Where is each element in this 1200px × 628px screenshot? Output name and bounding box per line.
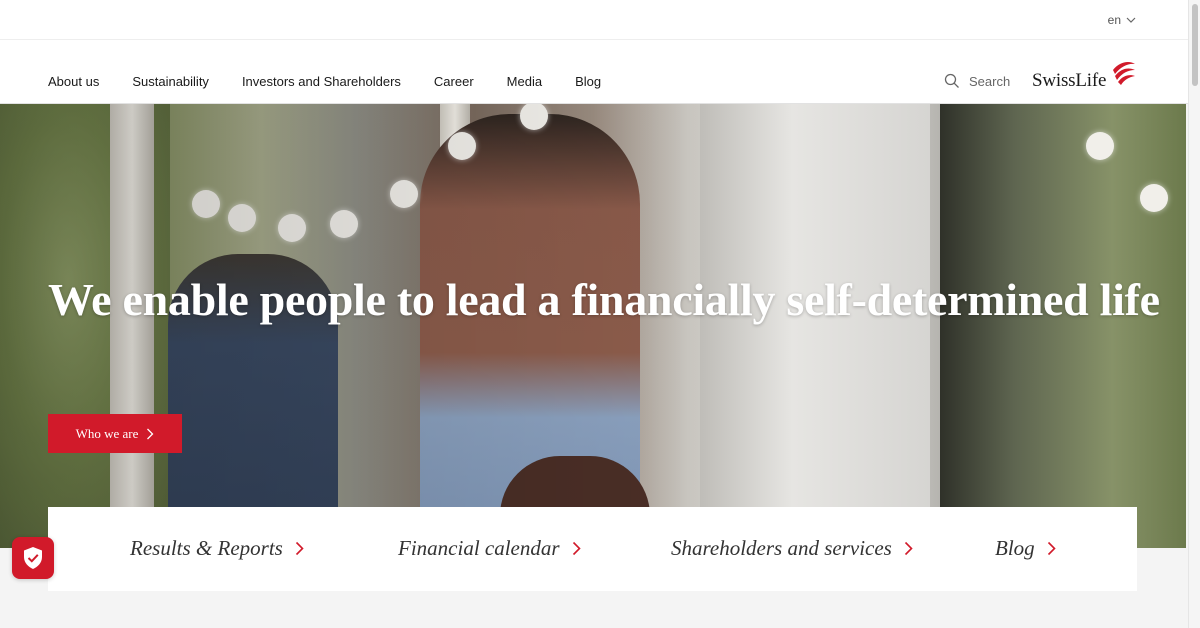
- hero-banner: [0, 104, 1186, 548]
- quick-links-panel: Results & Reports Financial calendar Sha…: [48, 507, 1137, 591]
- search-icon: [944, 73, 959, 88]
- nav-item-career[interactable]: Career: [434, 74, 474, 89]
- main-navigation-bar: About us Sustainability Investors and Sh…: [0, 40, 1188, 104]
- nav-item-media[interactable]: Media: [507, 74, 542, 89]
- language-selector[interactable]: en: [1108, 13, 1136, 27]
- cta-label: Who we are: [75, 425, 139, 441]
- quick-link-results-reports[interactable]: Results & Reports: [130, 536, 304, 561]
- quick-link-label: Financial calendar: [398, 536, 560, 560]
- quick-link-label: Blog: [995, 536, 1035, 560]
- who-we-are-button[interactable]: Who we are: [48, 414, 182, 453]
- chevron-down-icon: [1126, 17, 1136, 23]
- hero-image-overlay: [0, 104, 1186, 548]
- shield-check-icon: [24, 547, 42, 569]
- chevron-right-icon: [147, 428, 154, 439]
- main-nav: About us Sustainability Investors and Sh…: [48, 74, 634, 89]
- quick-link-shareholders-services[interactable]: Shareholders and services: [671, 536, 913, 561]
- search-button[interactable]: Search: [944, 73, 1010, 89]
- chevron-right-icon: [1047, 541, 1056, 556]
- nav-item-sustainability[interactable]: Sustainability: [132, 74, 209, 89]
- quick-link-label: Shareholders and services: [671, 536, 892, 560]
- chevron-right-icon: [295, 541, 304, 556]
- logo-text: SwissLife: [1032, 70, 1107, 91]
- search-label: Search: [969, 73, 1011, 89]
- hero-headline: We enable people to lead a financially s…: [48, 274, 1160, 325]
- quick-link-financial-calendar[interactable]: Financial calendar: [398, 536, 581, 561]
- quick-link-label: Results & Reports: [130, 536, 283, 560]
- language-label: en: [1107, 13, 1121, 27]
- swisslife-logo-icon: [1113, 62, 1136, 85]
- privacy-settings-button[interactable]: [12, 537, 54, 579]
- chevron-right-icon: [904, 541, 913, 556]
- logo[interactable]: SwissLife: [1032, 60, 1137, 92]
- top-bar: en: [0, 0, 1188, 40]
- nav-item-about-us[interactable]: About us: [48, 74, 99, 89]
- quick-link-blog[interactable]: Blog: [995, 536, 1056, 561]
- page-scrollbar[interactable]: [1188, 0, 1200, 628]
- nav-item-investors[interactable]: Investors and Shareholders: [242, 74, 401, 89]
- scrollbar-thumb[interactable]: [1192, 4, 1198, 86]
- chevron-right-icon: [572, 541, 581, 556]
- nav-item-blog[interactable]: Blog: [575, 74, 601, 89]
